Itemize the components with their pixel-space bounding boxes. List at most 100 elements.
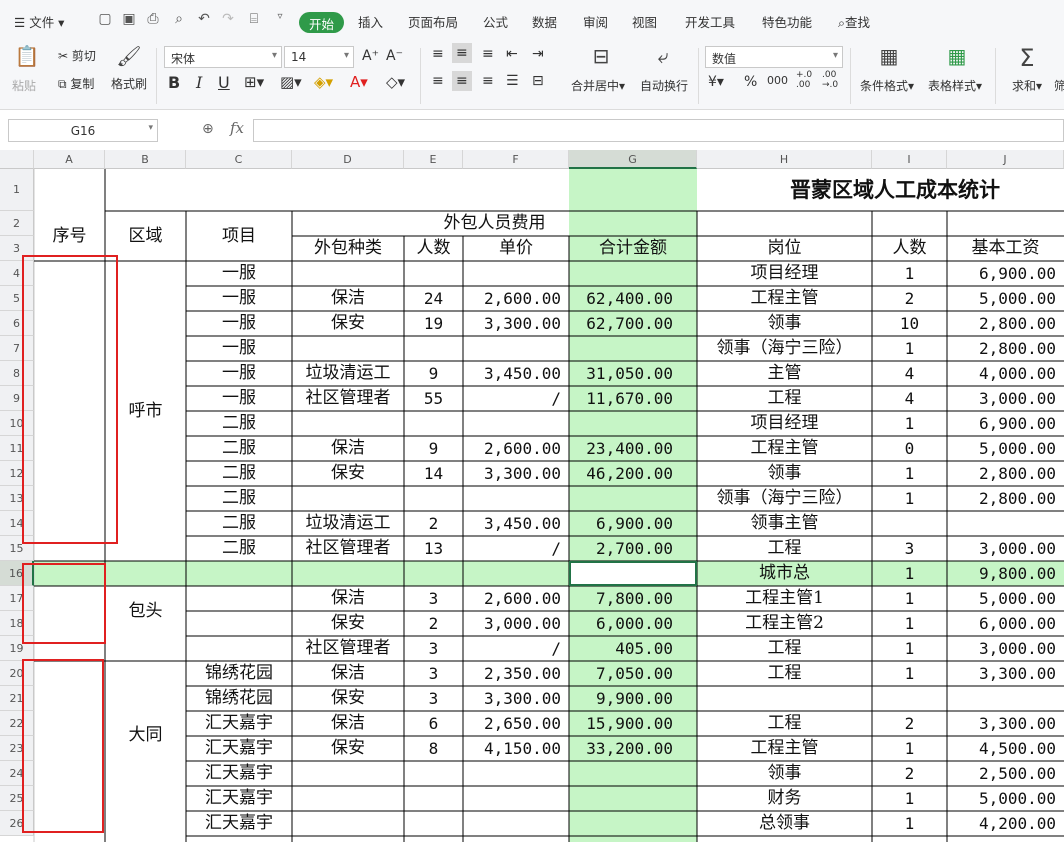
font-size-select[interactable]: 14 ▾	[284, 46, 354, 68]
cell-G20[interactable]: 7,050.00	[569, 661, 697, 686]
align-left-icon[interactable]: ≡	[432, 73, 444, 89]
cell-F15[interactable]: /	[463, 536, 569, 561]
align-middle-icon[interactable]: ≡	[452, 43, 472, 63]
underline-button[interactable]: U	[218, 73, 230, 92]
tab-special[interactable]: 特色功能	[762, 12, 812, 31]
cell-J9[interactable]: 3,000.00	[947, 386, 1064, 411]
paste-button[interactable]: 粘贴	[12, 77, 36, 94]
merge-center-button[interactable]: 合并居中▾	[571, 77, 625, 94]
font-grow-button[interactable]: A⁺	[362, 48, 379, 64]
align-bottom-icon[interactable]: ≡	[482, 46, 494, 62]
cell-F23[interactable]: 4,150.00	[463, 736, 569, 761]
column-header-C[interactable]: C	[186, 150, 292, 169]
tab-start[interactable]: 开始	[299, 12, 345, 33]
cell-G15[interactable]: 2,700.00	[569, 536, 697, 561]
cell-C21[interactable]: 锦绣花园	[186, 686, 292, 711]
merge-icon[interactable]: ⊟	[586, 44, 616, 68]
conditional-format-icon[interactable]: ▦	[874, 44, 904, 68]
column-header-B[interactable]: B	[105, 150, 186, 169]
new-doc-icon[interactable]: ▢	[97, 11, 113, 29]
column-header-A[interactable]: A	[34, 150, 105, 169]
cell-F9[interactable]: /	[463, 386, 569, 411]
cell-I22[interactable]: 2	[872, 711, 947, 736]
cell-H11[interactable]: 工程主管	[697, 436, 872, 461]
cell-H18[interactable]: 工程主管2	[697, 611, 872, 636]
cell-D17[interactable]: 保洁	[292, 586, 404, 611]
cell-C13[interactable]: 二服	[186, 486, 292, 511]
cell-I4[interactable]: 1	[872, 261, 947, 286]
cell-E5[interactable]: 24	[404, 286, 463, 311]
cell-H9[interactable]: 工程	[697, 386, 872, 411]
header-count[interactable]: 人数	[404, 236, 463, 261]
indent-decrease-icon[interactable]: ⇤	[506, 46, 518, 62]
sum-button[interactable]: 求和▾	[1012, 77, 1042, 94]
increase-decimal-button[interactable]: +.0 .00	[796, 70, 818, 90]
cell-H23[interactable]: 工程主管	[697, 736, 872, 761]
cell-J12[interactable]: 2,800.00	[947, 461, 1064, 486]
tab-page-layout[interactable]: 页面布局	[408, 12, 458, 31]
cell-D15[interactable]: 社区管理者	[292, 536, 404, 561]
cell-D11[interactable]: 保洁	[292, 436, 404, 461]
font-shrink-button[interactable]: A⁻	[386, 48, 403, 64]
cell-E6[interactable]: 19	[404, 311, 463, 336]
cell-D9[interactable]: 社区管理者	[292, 386, 404, 411]
cell-D23[interactable]: 保安	[292, 736, 404, 761]
cell-F5[interactable]: 2,600.00	[463, 286, 569, 311]
cell-H12[interactable]: 领事	[697, 461, 872, 486]
tab-review[interactable]: 审阅	[583, 12, 608, 31]
cell-G14[interactable]: 6,900.00	[569, 511, 697, 536]
cell-C12[interactable]: 二服	[186, 461, 292, 486]
cell-I10[interactable]: 1	[872, 411, 947, 436]
cell-J8[interactable]: 4,000.00	[947, 361, 1064, 386]
cell-H6[interactable]: 领事	[697, 311, 872, 336]
column-header-H[interactable]: H	[697, 150, 872, 169]
cell-C4[interactable]: 一服	[186, 261, 292, 286]
column-header-G[interactable]: G	[569, 150, 697, 169]
cell-G21[interactable]: 9,900.00	[569, 686, 697, 711]
save-icon[interactable]: ▣	[121, 11, 137, 29]
indent-increase-icon[interactable]: ⇥	[532, 46, 544, 62]
cell-C20[interactable]: 锦绣花园	[186, 661, 292, 686]
cell-I20[interactable]: 1	[872, 661, 947, 686]
cell-J18[interactable]: 6,000.00	[947, 611, 1064, 636]
header-region[interactable]: 区域	[105, 211, 186, 261]
cell-F19[interactable]: /	[463, 636, 569, 661]
region-datong[interactable]: 大同	[105, 661, 186, 809]
cell-F21[interactable]: 3,300.00	[463, 686, 569, 711]
cell-J11[interactable]: 5,000.00	[947, 436, 1064, 461]
percent-button[interactable]: %	[744, 74, 757, 90]
cell-F11[interactable]: 2,600.00	[463, 436, 569, 461]
cell-H8[interactable]: 主管	[697, 361, 872, 386]
header-type[interactable]: 外包种类	[292, 236, 404, 261]
cell-H13[interactable]: 领事（海宁三险）	[697, 486, 872, 511]
cell-E17[interactable]: 3	[404, 586, 463, 611]
region-baotou[interactable]: 包头	[105, 586, 186, 636]
cell-D20[interactable]: 保洁	[292, 661, 404, 686]
name-box[interactable]: G16 ▾	[8, 119, 158, 142]
redo-icon[interactable]: ↷	[220, 11, 236, 29]
cell-G22[interactable]: 15,900.00	[569, 711, 697, 736]
cell-E23[interactable]: 8	[404, 736, 463, 761]
justify-icon[interactable]: ☰	[506, 73, 519, 89]
cell-G11[interactable]: 23,400.00	[569, 436, 697, 461]
cell-F8[interactable]: 3,450.00	[463, 361, 569, 386]
cell-J6[interactable]: 2,800.00	[947, 311, 1064, 336]
font-color-icon[interactable]: A▾	[350, 73, 368, 91]
tab-insert[interactable]: 插入	[358, 12, 383, 31]
border-icon[interactable]: ⊞▾	[244, 73, 264, 91]
font-name-select[interactable]: 宋体 ▾	[164, 46, 282, 68]
cell-J10[interactable]: 6,900.00	[947, 411, 1064, 436]
cell-J20[interactable]: 3,300.00	[947, 661, 1064, 686]
wrap-text-button[interactable]: 自动换行	[640, 77, 688, 94]
cell-E22[interactable]: 6	[404, 711, 463, 736]
cell-J5[interactable]: 5,000.00	[947, 286, 1064, 311]
wrap-icon[interactable]: ⤶	[648, 44, 678, 68]
cell-G18[interactable]: 6,000.00	[569, 611, 697, 636]
cell-F18[interactable]: 3,000.00	[463, 611, 569, 636]
paste-icon[interactable]: 📋	[12, 44, 42, 68]
cell-C23[interactable]: 汇天嘉宇	[186, 736, 292, 761]
cell-I8[interactable]: 4	[872, 361, 947, 386]
cell-H26[interactable]: 总领事	[697, 811, 872, 836]
cell-D12[interactable]: 保安	[292, 461, 404, 486]
column-header-D[interactable]: D	[292, 150, 404, 169]
